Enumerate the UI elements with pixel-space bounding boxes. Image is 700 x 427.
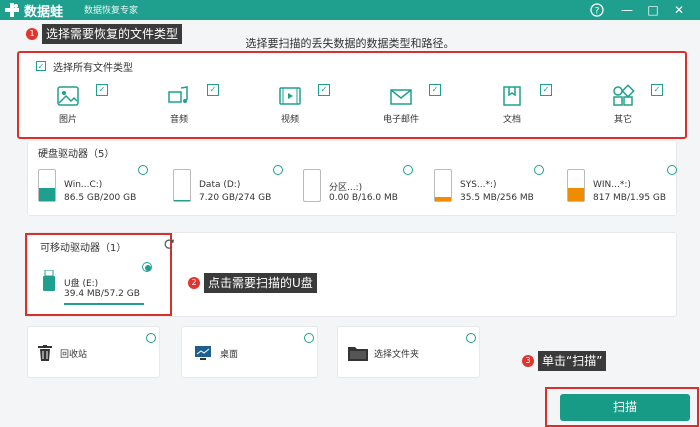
drive-usage-fill bbox=[174, 200, 190, 201]
callout-click-scan: 单击“扫描” bbox=[538, 351, 607, 371]
drive-disk-icon bbox=[38, 169, 56, 202]
desktop-radio[interactable] bbox=[304, 333, 314, 343]
drive-select-radio[interactable] bbox=[403, 165, 413, 175]
drive-size: 7.20 GB/274 GB bbox=[199, 193, 272, 203]
drive-size: 817 MB/1.95 GB bbox=[593, 193, 667, 203]
other-icon bbox=[611, 84, 635, 108]
usb-usage-bar bbox=[64, 303, 144, 305]
select-all-label: 选择所有文件类型 bbox=[53, 63, 133, 74]
image-icon bbox=[56, 84, 80, 108]
email-icon bbox=[389, 84, 413, 108]
location-label: 回收站 bbox=[60, 350, 88, 360]
drive-name: 分区...:) bbox=[329, 183, 363, 193]
minimize-icon: — bbox=[621, 3, 633, 17]
location-label: 桌面 bbox=[220, 350, 239, 360]
file-type-label: 音频 bbox=[169, 115, 188, 125]
other-checkbox[interactable]: ✓ bbox=[651, 84, 663, 96]
drive-disk-icon bbox=[567, 169, 585, 202]
scan-button[interactable]: 扫描 bbox=[560, 394, 690, 421]
file-type-video[interactable]: ✓ 视频 bbox=[250, 80, 345, 130]
drive-disk-icon bbox=[303, 169, 321, 202]
app-subtitle: 数据恢复专家 bbox=[84, 6, 139, 16]
desktop-icon bbox=[194, 345, 212, 361]
drive-select-radio[interactable] bbox=[534, 165, 544, 175]
usb-drive-item[interactable]: U盘 (E:) 39.4 MB/57.2 GB bbox=[36, 258, 160, 306]
drive-select-radio[interactable] bbox=[667, 165, 677, 175]
callout-click-usb: 点击需要扫描的U盘 bbox=[204, 273, 317, 293]
drive-disk-icon bbox=[434, 169, 452, 202]
usb-drive-icon bbox=[42, 269, 56, 292]
step-3-badge: 3 bbox=[522, 355, 534, 367]
usb-drive-name: U盘 (E:) bbox=[64, 279, 99, 289]
file-type-label: 文档 bbox=[502, 115, 521, 125]
hard-drive-item[interactable]: 分区...:) 0.00 B/16.0 MB bbox=[301, 165, 426, 205]
drive-name: WIN...*:) bbox=[593, 180, 631, 190]
drive-usage-fill bbox=[568, 188, 584, 201]
maximize-icon: □ bbox=[647, 3, 659, 17]
close-icon: ✕ bbox=[673, 3, 685, 17]
drive-usage-fill bbox=[435, 197, 451, 201]
maximize-button[interactable]: □ bbox=[644, 1, 662, 19]
location-choose-folder[interactable]: 选择文件夹 bbox=[337, 326, 480, 378]
location-recycle-bin[interactable]: 回收站 bbox=[27, 326, 160, 378]
file-type-audio[interactable]: ✓ 音频 bbox=[139, 80, 234, 130]
document-checkbox[interactable]: ✓ bbox=[540, 84, 552, 96]
close-button[interactable]: ✕ bbox=[670, 1, 688, 19]
drive-size: 0.00 B/16.0 MB bbox=[329, 193, 398, 203]
drive-disk-icon bbox=[173, 169, 191, 202]
location-desktop[interactable]: 桌面 bbox=[181, 326, 318, 378]
file-type-document[interactable]: ✓ 文档 bbox=[472, 80, 567, 130]
hard-drive-item[interactable]: WIN...*:) 817 MB/1.95 GB bbox=[565, 165, 690, 205]
recycle-bin-icon bbox=[38, 345, 52, 361]
minimize-button[interactable]: — bbox=[618, 1, 636, 19]
image-checkbox[interactable]: ✓ bbox=[96, 84, 108, 96]
video-checkbox[interactable]: ✓ bbox=[318, 84, 330, 96]
file-type-image[interactable]: ✓ 图片 bbox=[28, 80, 123, 130]
help-icon: ? bbox=[590, 3, 604, 17]
video-icon bbox=[278, 84, 302, 108]
app-name: 数据蛙 bbox=[24, 5, 64, 20]
title-bar: 数据蛙 数据恢复专家 ? — □ ✕ bbox=[0, 0, 700, 20]
file-type-label: 视频 bbox=[280, 115, 299, 125]
svg-text:?: ? bbox=[595, 7, 600, 17]
removable-section-title: 可移动驱动器（1） bbox=[40, 243, 127, 254]
location-label: 选择文件夹 bbox=[374, 350, 420, 360]
file-type-label: 其它 bbox=[613, 115, 632, 125]
music-icon bbox=[167, 84, 191, 108]
file-type-label: 电子邮件 bbox=[382, 115, 419, 125]
hard-drive-section-title: 硬盘驱动器（5） bbox=[38, 149, 115, 160]
folder-icon bbox=[348, 345, 368, 361]
instruction-text: 选择要扫描的丢失数据的数据类型和路径。 bbox=[245, 37, 455, 50]
drive-name: SYS...*:) bbox=[460, 180, 497, 190]
drive-select-radio[interactable] bbox=[273, 165, 283, 175]
file-type-label: 图片 bbox=[58, 115, 77, 125]
help-button[interactable]: ? bbox=[588, 1, 606, 19]
app-logo-icon bbox=[4, 2, 20, 18]
drive-name: Data (D:) bbox=[199, 180, 241, 190]
hard-drive-item[interactable]: SYS...*:) 35.5 MB/256 MB bbox=[432, 165, 557, 205]
hard-drive-item[interactable]: Data (D:) 7.20 GB/274 GB bbox=[171, 165, 296, 205]
step-2-badge: 2 bbox=[188, 277, 200, 289]
email-checkbox[interactable]: ✓ bbox=[429, 84, 441, 96]
drive-size: 35.5 MB/256 MB bbox=[460, 193, 534, 203]
drive-usage-fill bbox=[39, 188, 55, 201]
hard-drive-item[interactable]: Win...C:) 86.5 GB/200 GB bbox=[36, 165, 161, 205]
document-icon bbox=[500, 84, 524, 108]
drive-size: 86.5 GB/200 GB bbox=[64, 193, 137, 203]
select-all-checkbox[interactable]: ✓ bbox=[36, 61, 46, 71]
drive-select-radio[interactable] bbox=[138, 165, 148, 175]
refresh-icon[interactable] bbox=[163, 238, 175, 250]
audio-checkbox[interactable]: ✓ bbox=[207, 84, 219, 96]
choose-folder-radio[interactable] bbox=[466, 333, 476, 343]
file-type-email[interactable]: ✓ 电子邮件 bbox=[361, 80, 456, 130]
recycle-bin-radio[interactable] bbox=[146, 333, 156, 343]
usb-select-radio[interactable] bbox=[142, 262, 152, 272]
drive-name: Win...C:) bbox=[64, 180, 103, 190]
file-type-other[interactable]: ✓ 其它 bbox=[583, 80, 678, 130]
usb-drive-size: 39.4 MB/57.2 GB bbox=[64, 289, 140, 299]
